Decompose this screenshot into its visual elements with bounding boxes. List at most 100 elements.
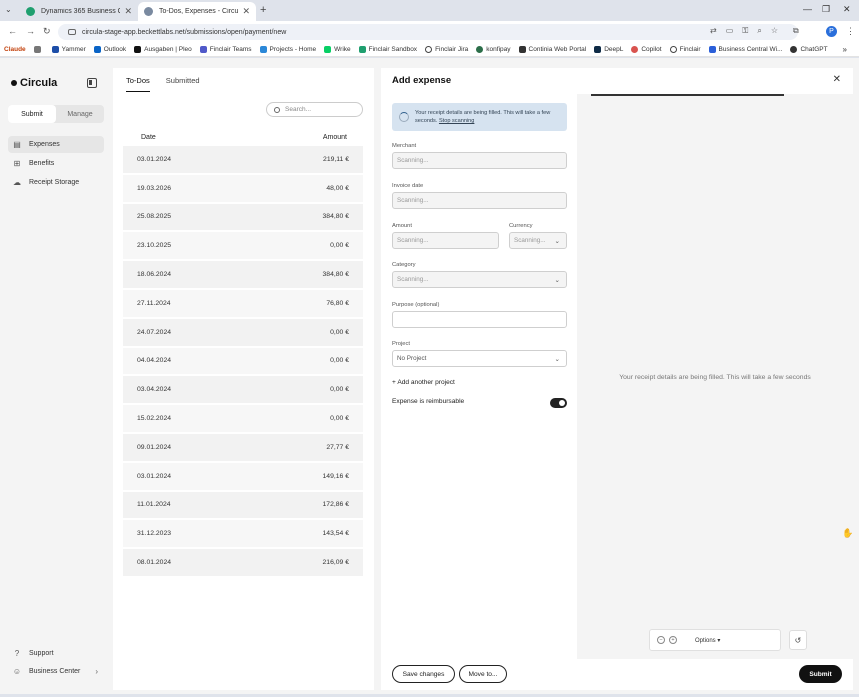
banner-text: Your receipt details are being filled. T… [415, 109, 567, 125]
bookmark-konfipay[interactable]: konfipay [476, 46, 511, 53]
merchant-field[interactable]: Scanning... [392, 152, 567, 169]
table-row[interactable]: 08.01.2024 216,09 € [123, 549, 363, 578]
sidebar-item-receipt-storage[interactable]: ☁ Receipt Storage [8, 174, 104, 191]
add-project-button[interactable]: + Add another project [392, 379, 455, 386]
collapse-sidebar-icon[interactable] [87, 78, 97, 88]
tab-todos[interactable]: To-Dos [126, 76, 150, 92]
currency-label: Currency [509, 223, 533, 229]
row-date: 23.10.2025 [137, 242, 172, 250]
bookmark-finclair-sandbox[interactable]: Finclair Sandbox [358, 46, 417, 53]
save-changes-button[interactable]: Save changes [392, 665, 455, 683]
close-icon[interactable]: ✕ [833, 74, 841, 85]
table-row[interactable]: 31.12.2023 143,54 € [123, 520, 363, 550]
bookmark-wrike[interactable]: Wrike [324, 46, 351, 53]
reimbursable-toggle[interactable] [550, 398, 567, 408]
minimize-window-icon[interactable]: — [803, 4, 812, 14]
tab-search-chevron-icon[interactable]: ⌄ [5, 5, 15, 15]
table-row[interactable]: 27.11.2024 76,80 € [123, 289, 363, 319]
add-expense-panel: Add expense ✕ Your receipt details are b… [381, 68, 853, 690]
bookmark-finclair-teams[interactable]: Finclair Teams [199, 46, 252, 53]
profile-avatar[interactable]: P [826, 26, 837, 37]
close-tab-icon[interactable]: ✕ [242, 6, 250, 17]
address-bar[interactable]: circula-stage-app.beckettlabs.net/submis… [58, 24, 798, 40]
bookmark-apps[interactable] [33, 46, 44, 53]
segment-submit[interactable]: Submit [8, 105, 56, 123]
bookmark-continia[interactable]: Continia Web Portal [518, 46, 586, 53]
outlook-icon [93, 46, 101, 53]
close-tab-icon[interactable]: ✕ [124, 6, 132, 17]
expense-list-panel: To-Dos Submitted Search... Date Amount 0… [113, 68, 374, 690]
project-select[interactable]: No Project ⌄ [392, 350, 567, 367]
bookmark-outlook[interactable]: Outlook [93, 46, 126, 53]
sidebar-item-business-center[interactable]: ☺ Business Center › [8, 663, 104, 680]
help-circle-icon: ? [14, 649, 20, 658]
bookmark-deepl[interactable]: DeepL [594, 46, 623, 53]
table-row[interactable]: 15.02.2024 0,00 € [123, 405, 363, 434]
table-row[interactable]: 04.04.2024 0,00 € [123, 347, 363, 377]
table-row[interactable]: 03.01.2024 219,11 € [123, 146, 363, 175]
bookmark-finclair[interactable]: Finclair [669, 46, 701, 53]
password-key-icon[interactable]: ⚿ [742, 26, 748, 36]
bookmark-pleo[interactable]: Ausgaben | Pleo [134, 46, 192, 53]
table-row[interactable]: 19.03.2026 48,00 € [123, 174, 363, 204]
forward-arrow-icon[interactable]: → [26, 26, 35, 36]
category-select[interactable]: Scanning... ⌄ [392, 271, 567, 288]
zoom-in-icon[interactable]: + [669, 636, 677, 644]
table-row[interactable]: 25.08.2025 384,80 € [123, 203, 363, 233]
submit-button[interactable]: Submit [799, 665, 842, 683]
site-info-icon[interactable] [68, 29, 76, 35]
rotate-button[interactable]: ↺ [789, 630, 807, 650]
teams-icon [199, 46, 207, 53]
restore-window-icon[interactable]: ❐ [822, 4, 830, 15]
table-row[interactable]: 18.06.2024 384,80 € [123, 261, 363, 290]
bookmark-copilot[interactable]: Copilot [631, 46, 662, 53]
circula-logo[interactable]: Circula [11, 77, 57, 89]
bookmark-claude[interactable]: Claude [4, 46, 26, 53]
reload-icon[interactable]: ↻ [43, 26, 51, 37]
table-row[interactable]: 03.01.2024 149,16 € [123, 462, 363, 492]
bookmark-chatgpt[interactable]: ChatGPT [790, 46, 828, 53]
sidebar-item-support[interactable]: ? Support [8, 645, 104, 662]
hand-cursor-icon: ✋ [842, 528, 854, 538]
close-window-icon[interactable]: ✕ [843, 4, 851, 15]
currency-value: Scanning... [514, 237, 546, 244]
browser-tab-circula[interactable]: To-Dos, Expenses - Circula ✕ [138, 2, 256, 21]
stop-scanning-link[interactable]: Stop scanning [439, 118, 474, 124]
invoice-date-field[interactable]: Scanning... [392, 192, 567, 209]
row-date: 27.11.2024 [137, 299, 171, 307]
purpose-input[interactable] [392, 311, 567, 328]
zoom-out-icon[interactable]: − [657, 636, 665, 644]
sidebar-item-expenses[interactable]: ▤ Expenses [8, 136, 104, 153]
browser-tab-dynamics[interactable]: Dynamics 365 Business Central ✕ [20, 2, 138, 21]
save-changes-label: Save changes [402, 670, 445, 678]
preview-status-text: Your receipt details are being filled. T… [619, 374, 811, 381]
bookmark-business-central[interactable]: Business Central Wi... [708, 46, 782, 53]
currency-select[interactable]: Scanning... ⌄ [509, 232, 567, 249]
bookmark-projects-home[interactable]: Projects - Home [259, 46, 316, 53]
search-input[interactable]: Search... [266, 102, 363, 117]
new-tab-plus-icon[interactable]: + [260, 4, 266, 16]
tab-submitted[interactable]: Submitted [166, 76, 200, 92]
amount-field[interactable]: Scanning... [392, 232, 499, 249]
segment-manage[interactable]: Manage [56, 105, 104, 123]
bookmark-star-icon[interactable]: ☆ [771, 26, 778, 36]
extensions-puzzle-icon[interactable]: ⧉ [793, 26, 799, 36]
sidebar-item-benefits[interactable]: ⊞ Benefits [8, 155, 104, 172]
bookmark-yammer[interactable]: Yammer [51, 46, 86, 53]
table-row[interactable]: 09.01.2024 27,77 € [123, 433, 363, 463]
back-arrow-icon[interactable]: ← [8, 26, 17, 36]
row-date: 03.01.2024 [137, 155, 172, 163]
zoom-icon[interactable]: ⌕ [757, 26, 761, 36]
move-to-button[interactable]: Move to... [459, 665, 507, 683]
translate-icon[interactable]: ⇄ [710, 26, 717, 36]
browser-menu-icon[interactable]: ⋮ [846, 26, 855, 37]
url-text: circula-stage-app.beckettlabs.net/submis… [82, 28, 287, 36]
more-bookmarks-chevron-icon[interactable]: » [843, 45, 847, 54]
table-row[interactable]: 24.07.2024 0,00 € [123, 318, 363, 348]
cast-icon[interactable]: ▭ [726, 26, 734, 36]
table-row[interactable]: 23.10.2025 0,00 € [123, 232, 363, 262]
options-dropdown[interactable]: Options ▾ [695, 637, 720, 644]
table-row[interactable]: 03.04.2024 0,00 € [123, 376, 363, 406]
bookmark-finclair-jira[interactable]: Finclair Jira [425, 46, 468, 53]
table-row[interactable]: 11.01.2024 172,86 € [123, 491, 363, 521]
